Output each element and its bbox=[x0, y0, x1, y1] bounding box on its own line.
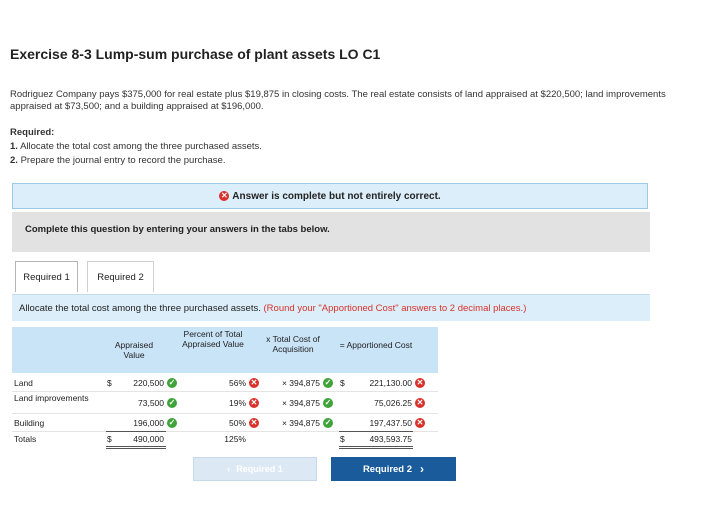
total-apportioned-cost: 493,593.75 bbox=[369, 434, 412, 444]
header-percent-of-total: Percent of Total Appraised Value bbox=[182, 329, 244, 349]
correct-icon: ✓ bbox=[167, 418, 177, 428]
incorrect-icon: ✕ bbox=[415, 378, 425, 388]
correct-icon: ✓ bbox=[167, 378, 177, 388]
requirement-2: 2. Prepare the journal entry to record t… bbox=[10, 155, 225, 166]
percent-input[interactable]: 50% bbox=[200, 418, 246, 428]
total-cost-value: × 394,875 bbox=[281, 418, 320, 428]
status-text: Answer is complete but not entirely corr… bbox=[232, 190, 441, 202]
tab-label: Required 1 bbox=[23, 271, 70, 283]
correct-icon: ✓ bbox=[323, 418, 333, 428]
incorrect-icon: ✕ bbox=[249, 378, 259, 388]
total-double-underline bbox=[106, 448, 166, 449]
required-heading: Required: bbox=[10, 127, 55, 138]
total-percent: 125% bbox=[224, 434, 246, 444]
chevron-left-icon: ‹ bbox=[227, 464, 231, 474]
dollar-sign: $ bbox=[340, 434, 345, 444]
header-total-cost: x Total Cost of Acquisition bbox=[266, 334, 320, 354]
dollar-sign: $ bbox=[107, 378, 112, 388]
incorrect-icon: ✕ bbox=[415, 398, 425, 408]
subtotal-underline bbox=[339, 431, 413, 432]
problem-text: Rodriguez Company pays $375,000 for real… bbox=[10, 89, 666, 112]
dollar-sign: $ bbox=[107, 434, 112, 444]
percent-input[interactable]: 19% bbox=[200, 398, 246, 408]
percent-input[interactable]: 56% bbox=[200, 378, 246, 388]
total-cost-value: × 394,875 bbox=[281, 398, 320, 408]
total-cost-value: × 394,875 bbox=[281, 378, 320, 388]
tab-instruction-main: Allocate the total cost among the three … bbox=[19, 303, 261, 314]
button-label: Required 1 bbox=[236, 464, 283, 474]
total-double-underline bbox=[339, 446, 413, 447]
button-label: Required 2 bbox=[362, 463, 413, 475]
chevron-right-icon: › bbox=[420, 462, 425, 476]
header-appraised-value: Appraised Value bbox=[114, 340, 154, 360]
tab-required-1[interactable]: Required 1 bbox=[15, 261, 78, 292]
requirement-number: 1. bbox=[10, 141, 18, 152]
apportioned-cost-input[interactable]: 75,026.25 bbox=[350, 398, 412, 408]
appraised-value-input[interactable]: 220,500 bbox=[118, 378, 164, 388]
requirement-text: Prepare the journal entry to record the … bbox=[20, 155, 226, 166]
row-divider bbox=[12, 413, 438, 414]
row-label: Totals bbox=[14, 434, 37, 444]
appraised-value-input[interactable]: 196,000 bbox=[118, 418, 164, 428]
row-label: Land improvements bbox=[14, 393, 89, 403]
apportioned-cost-input[interactable]: 197,437.50 bbox=[350, 418, 412, 428]
instruction-text: Complete this question by entering your … bbox=[25, 224, 330, 235]
dollar-sign: $ bbox=[340, 378, 345, 388]
tab-instruction-note: (Round your "Apportioned Cost" answers t… bbox=[263, 303, 527, 314]
total-double-underline bbox=[339, 448, 413, 449]
incorrect-icon: ✕ bbox=[249, 398, 259, 408]
tab-label: Required 2 bbox=[97, 271, 144, 283]
tab-instruction: Allocate the total cost among the three … bbox=[12, 294, 650, 321]
tab-required-2[interactable]: Required 2 bbox=[87, 261, 154, 292]
status-banner: ✕ Answer is complete but not entirely co… bbox=[12, 183, 648, 209]
appraised-value-input[interactable]: 73,500 bbox=[118, 398, 164, 408]
row-label: Building bbox=[14, 418, 45, 428]
incorrect-icon: ✕ bbox=[415, 418, 425, 428]
requirement-number: 2. bbox=[10, 155, 18, 166]
total-appraised-value: 490,000 bbox=[133, 434, 164, 444]
subtotal-underline bbox=[106, 431, 166, 432]
correct-icon: ✓ bbox=[323, 378, 333, 388]
total-double-underline bbox=[106, 446, 166, 447]
prev-required-button[interactable]: ‹ Required 1 bbox=[193, 457, 317, 481]
next-required-button[interactable]: Required 2 › bbox=[331, 457, 456, 481]
apportioned-cost-input[interactable]: 221,130.00 bbox=[350, 378, 412, 388]
instruction-box: Complete this question by entering your … bbox=[12, 212, 650, 252]
exercise-title: Exercise 8-3 Lump-sum purchase of plant … bbox=[10, 46, 381, 62]
requirement-text: Allocate the total cost among the three … bbox=[20, 141, 262, 152]
row-label: Land bbox=[14, 378, 33, 388]
incorrect-icon: ✕ bbox=[219, 191, 230, 201]
row-divider bbox=[12, 391, 438, 392]
incorrect-icon: ✕ bbox=[249, 418, 259, 428]
correct-icon: ✓ bbox=[323, 398, 333, 408]
requirement-1: 1. Allocate the total cost among the thr… bbox=[10, 141, 262, 152]
correct-icon: ✓ bbox=[167, 398, 177, 408]
header-apportioned-cost: = Apportioned Cost bbox=[339, 340, 413, 350]
